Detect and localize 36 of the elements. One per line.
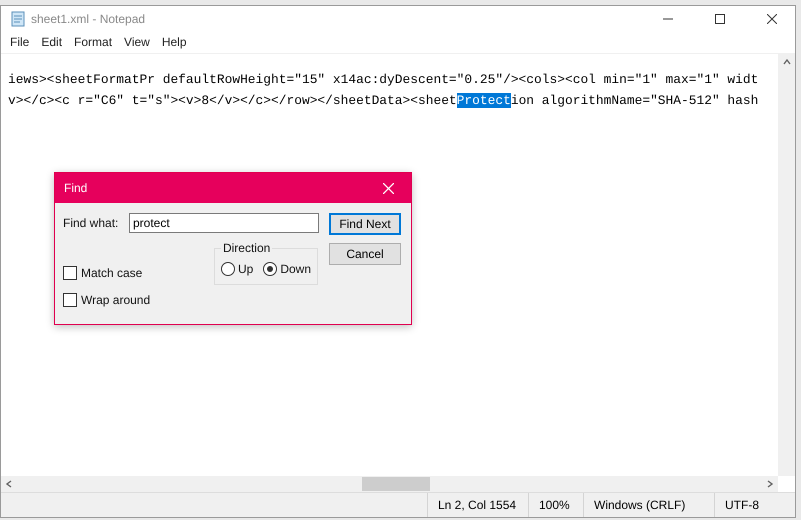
maximize-icon (715, 14, 725, 24)
dialog-title: Find (64, 181, 88, 195)
scroll-up-icon[interactable] (782, 58, 790, 66)
menu-item[interactable]: Format (68, 35, 118, 49)
menu-item[interactable]: File (4, 35, 36, 49)
status-text: Windows (CRLF) (583, 493, 714, 517)
scroll-right-icon[interactable] (766, 480, 774, 488)
group-label: Direction (222, 241, 272, 255)
cancel-button[interactable]: Cancel (329, 243, 401, 265)
menu-item[interactable]: View (118, 35, 156, 49)
close-icon (767, 14, 777, 24)
find-next-button[interactable]: Find Next (329, 213, 401, 235)
menu-item[interactable]: Help (156, 35, 193, 49)
status-text: 100% (528, 493, 583, 517)
text-line: iews><sheetFormatPr defaultRowHeight="15" x14ac:dyDescent="0.25"/><cols><col min="1" max="1" widt (8, 71, 760, 89)
scroll-left-icon[interactable] (5, 480, 13, 488)
scrollbar-thumb[interactable] (362, 477, 430, 491)
radio-label: Down (280, 262, 311, 276)
status-text: UTF-8 (714, 493, 795, 517)
checkbox-label: Wrap around (81, 293, 150, 307)
close-icon (382, 182, 394, 194)
radio-button[interactable] (220, 262, 235, 276)
vertical-scrollbar[interactable] (778, 54, 795, 476)
checkbox[interactable] (63, 266, 77, 280)
radio-label: Up (238, 262, 254, 276)
checkbox-label: Match case (81, 266, 142, 280)
status-text: Ln 2, Col 1554 (427, 493, 528, 517)
window-title: sheet1.xml - Notepad (31, 12, 146, 26)
text-line: v></c><c r="C6" t="s"><v>8</v></c></row></sheetData><sheetProtection algorithmName="SHA-512" hash (8, 92, 760, 110)
find-input-field[interactable]: protect (129, 213, 319, 233)
menu-item[interactable]: Edit (35, 35, 68, 49)
radio-button[interactable] (263, 262, 278, 276)
checkbox[interactable] (63, 293, 77, 307)
horizontal-scrollbar[interactable] (1, 476, 778, 492)
field-label: Find what: (63, 216, 119, 230)
notepad-icon (11, 10, 25, 26)
